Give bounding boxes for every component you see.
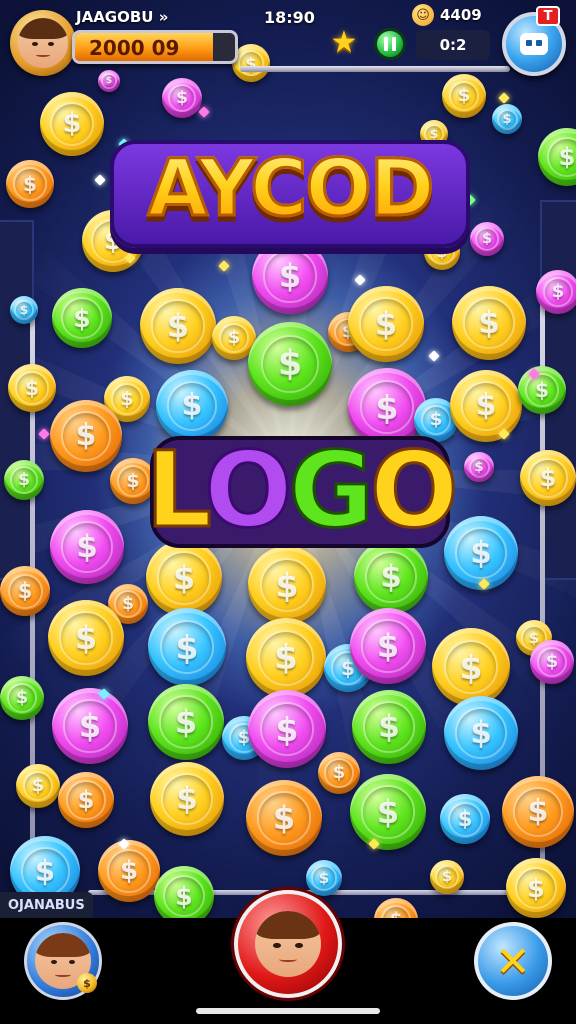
coin: $: [470, 222, 504, 256]
coin-balance-value: 2000 09: [89, 36, 180, 60]
coin: $: [452, 286, 526, 360]
corner-label: OJANABUS: [0, 892, 93, 918]
coin-badge: $: [77, 973, 97, 993]
center-title-letter: G: [287, 429, 375, 551]
coin: $: [450, 370, 522, 442]
center-title-letter: O: [203, 429, 294, 551]
coin: $: [40, 92, 104, 156]
coin: $: [148, 684, 224, 760]
game-menu-icon: [520, 33, 548, 55]
coin: $: [352, 690, 426, 764]
coin: $: [530, 640, 574, 684]
coin: $: [464, 452, 494, 482]
coin: $: [430, 860, 464, 894]
coin: $: [140, 288, 216, 364]
play-button[interactable]: [234, 890, 342, 998]
coin-balance-bar: 2000 09: [72, 30, 238, 64]
timer-readout: 0:2: [416, 30, 490, 60]
coin: $: [520, 450, 576, 506]
coin: $: [318, 752, 360, 794]
close-button[interactable]: ✕: [474, 922, 552, 1000]
coin: $: [0, 676, 44, 720]
coin: $: [52, 688, 128, 764]
coin: $: [50, 400, 122, 472]
coin: $: [246, 618, 326, 698]
player-profile-button[interactable]: $: [24, 922, 102, 1000]
coin: $: [444, 696, 518, 770]
coin: $: [248, 322, 332, 406]
coin: $: [374, 898, 418, 918]
coin: $: [52, 288, 112, 348]
player-name: JAAGOBU »: [76, 8, 169, 26]
coin: $: [4, 460, 44, 500]
coin: $: [502, 776, 574, 848]
coin: $: [350, 608, 426, 684]
avatar-face: [18, 18, 68, 68]
coin: $: [506, 858, 566, 918]
coin: $: [48, 600, 124, 676]
clock-readout: 18:90: [264, 8, 315, 27]
home-indicator[interactable]: [196, 1008, 380, 1014]
game-board: $ $ $ $ $ $ $ $ $ $ $ $ $ $ $ $ $ $ $ $ $ $ $ $ $ $ $ $ $ $ $ $ $ $ $ $ $ $ $ $…: [0, 0, 576, 918]
coin: $: [246, 780, 322, 856]
top-hud: JAAGOBU » 2000 09 18:90 ☺ 4409 ★ 0:2 T: [0, 0, 576, 86]
coin: $: [440, 794, 490, 844]
coin: $: [252, 238, 328, 314]
coin: $: [444, 516, 518, 590]
coin: $: [248, 546, 326, 624]
coin: $: [350, 774, 426, 850]
coin: $: [10, 296, 38, 324]
status-value: 4409: [440, 6, 482, 24]
coin: $: [0, 566, 50, 616]
coin: $: [6, 160, 54, 208]
coin: $: [248, 690, 326, 768]
center-title-letter: L: [144, 429, 210, 551]
notification-badge: T: [536, 6, 560, 26]
close-icon: ✕: [495, 936, 531, 986]
coin: $: [8, 364, 56, 412]
status-readout: ☺ 4409: [412, 4, 482, 26]
coin: $: [432, 628, 510, 706]
hud-divider: [240, 66, 510, 72]
play-avatar-icon: [255, 911, 321, 977]
coin: $: [536, 270, 576, 314]
coin: $: [16, 764, 60, 808]
center-title-text: LOGO: [144, 437, 460, 544]
coin: $: [306, 860, 342, 896]
player-avatar-icon[interactable]: [10, 10, 76, 76]
coin: $: [50, 510, 124, 584]
coin: $: [348, 286, 424, 362]
center-title: LOGO: [144, 432, 460, 548]
game-logo-text: AYCOD: [146, 143, 436, 236]
coin: $: [492, 104, 522, 134]
coin: $: [98, 840, 160, 902]
pause-icon: [392, 37, 396, 51]
coin: $: [518, 366, 566, 414]
center-title-letter: O: [368, 429, 459, 551]
pause-icon: [384, 37, 388, 51]
coin: $: [354, 540, 428, 614]
coin: $: [154, 866, 214, 918]
game-logo: AYCOD: [110, 130, 470, 248]
coin: $: [148, 608, 226, 686]
emoji-coin-icon: ☺: [412, 4, 434, 26]
star-icon[interactable]: ★: [328, 25, 360, 60]
coin: $: [146, 540, 222, 616]
coin: $: [150, 762, 224, 836]
coin: $: [58, 772, 114, 828]
pause-button[interactable]: [374, 28, 406, 60]
